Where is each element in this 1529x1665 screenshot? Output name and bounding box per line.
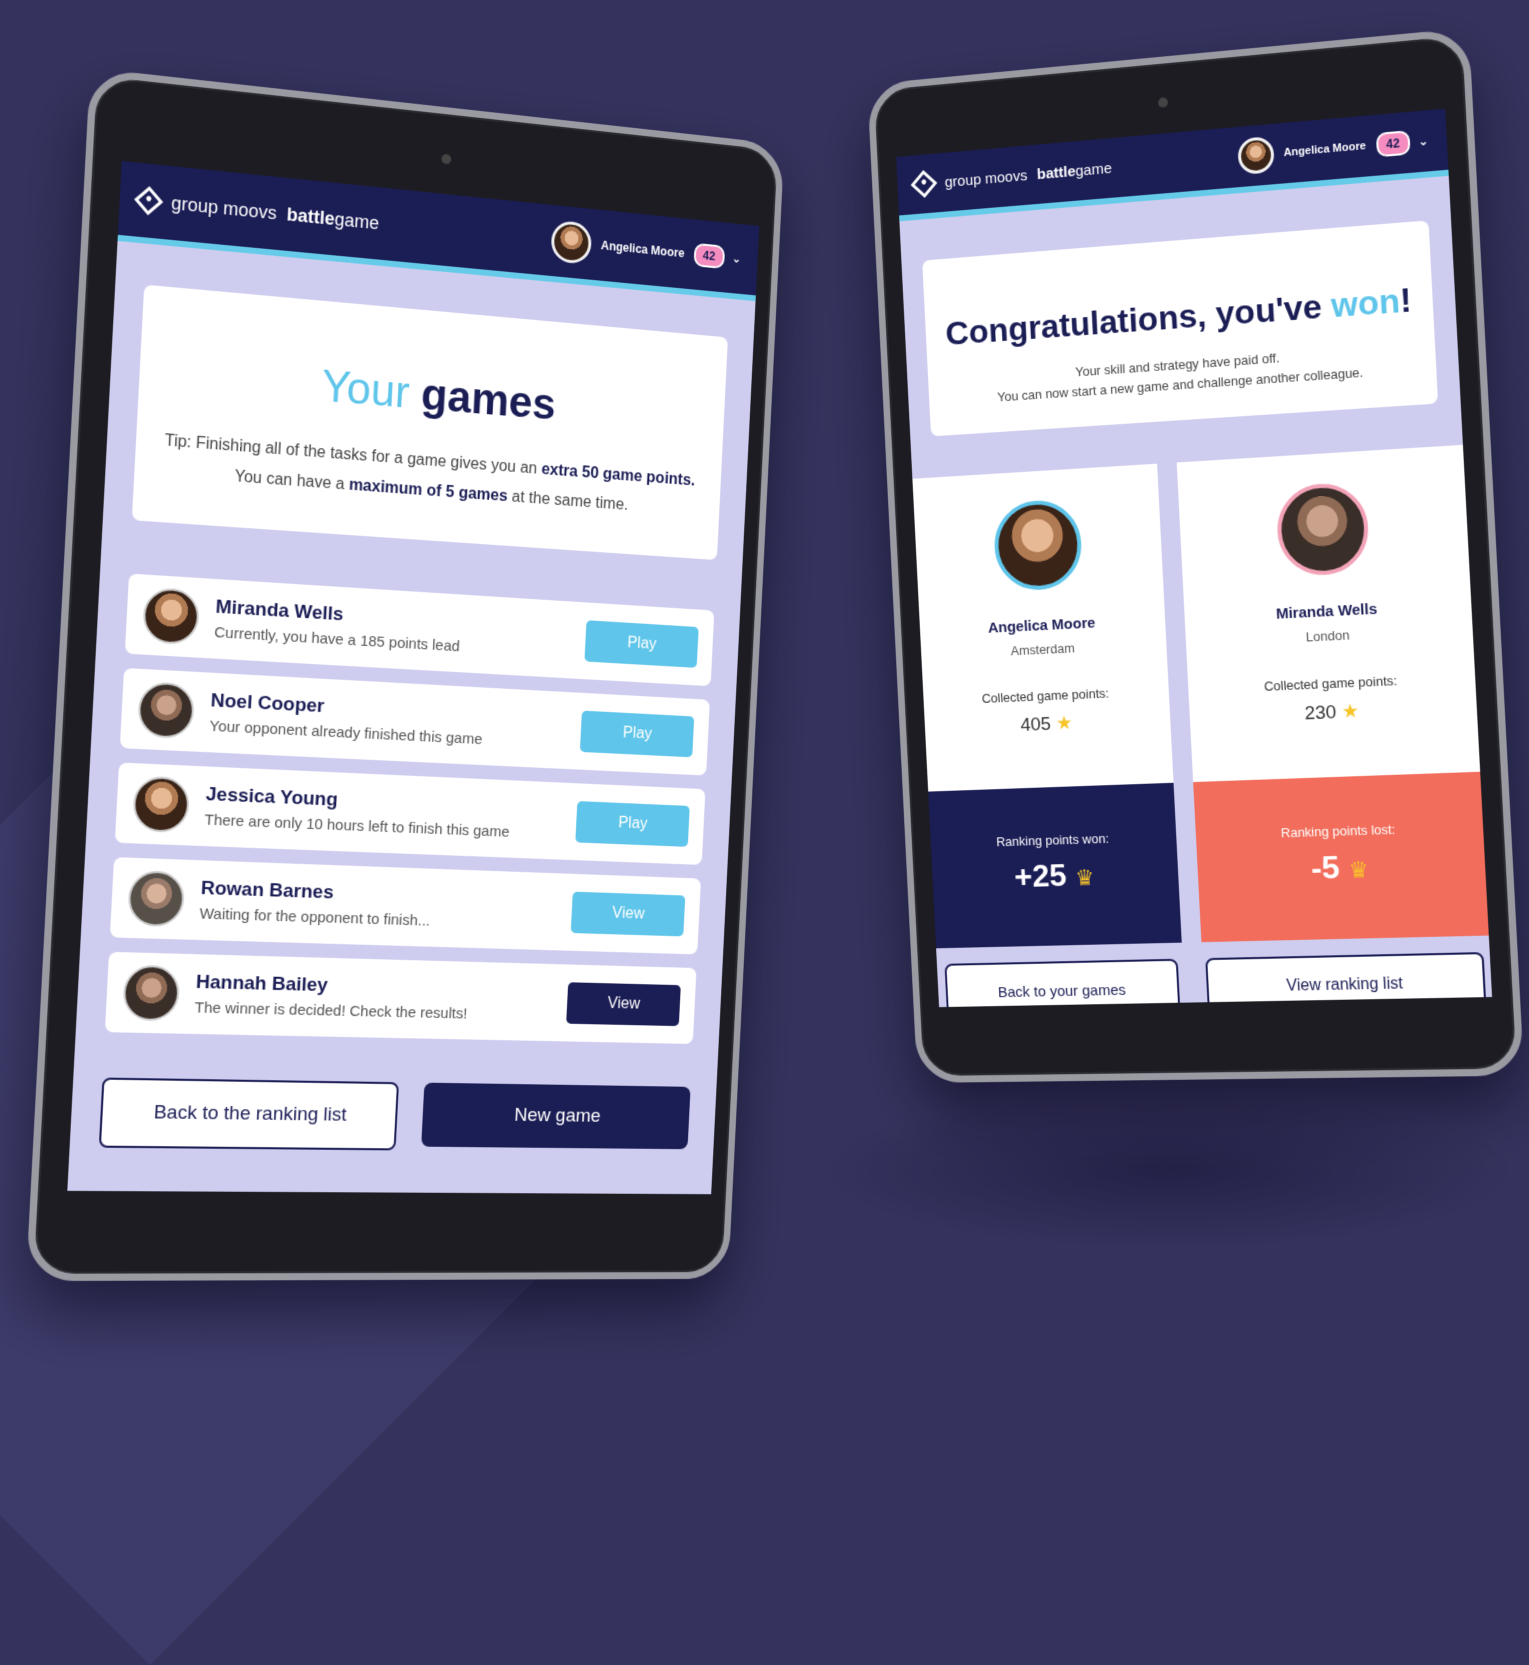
congrats-card: Congratulations, you've won! Your skill … — [922, 220, 1439, 437]
opponent-avatar — [132, 775, 191, 834]
play-button[interactable]: Play — [579, 710, 695, 758]
product-name: battlegame — [286, 203, 380, 233]
points-badge: 42 — [1375, 130, 1411, 158]
player-card-winner: Angelica Moore Amsterdam Collected game … — [912, 463, 1174, 792]
new-game-button[interactable]: New game — [421, 1082, 691, 1150]
camera — [441, 153, 452, 165]
crown-icon: ♛ — [1074, 865, 1095, 891]
camera — [1157, 97, 1169, 108]
tablet-shadow — [820, 1090, 1520, 1250]
back-to-games-button[interactable]: Back to your games — [944, 958, 1181, 1008]
app-header: group moovs battlegame Angelica Moore 42… — [117, 161, 760, 302]
left-tablet: group moovs battlegame Angelica Moore 42… — [25, 67, 785, 1282]
chevron-down-icon[interactable]: ⌄ — [1418, 134, 1429, 149]
game-row: Miranda Wells Currently, you have a 185 … — [124, 573, 715, 687]
crown-icon: ♛ — [1348, 857, 1370, 883]
back-to-ranking-button[interactable]: Back to the ranking list — [98, 1077, 399, 1151]
star-icon: ★ — [1341, 701, 1360, 723]
rank-value: -5 ♛ — [1310, 848, 1370, 887]
rank-value: +25 ♛ — [1013, 857, 1095, 895]
avatar — [1274, 481, 1370, 578]
user-menu[interactable]: Angelica Moore 42 ⌄ — [1236, 122, 1429, 176]
avatar — [991, 498, 1083, 592]
points-label: Collected game points: — [1263, 672, 1398, 694]
game-row: Jessica Young There are only 10 hours le… — [114, 762, 706, 865]
ranking-won-panel: Ranking points won: +25 ♛ — [928, 782, 1182, 949]
avatar — [550, 219, 593, 265]
opponent-avatar — [136, 681, 196, 740]
opponent-name: Hannah Bailey — [195, 971, 329, 997]
avatar — [1236, 135, 1275, 176]
star-icon: ★ — [1055, 713, 1073, 735]
game-row: Hannah Bailey The winner is decided! Che… — [104, 951, 697, 1044]
opponent-avatar — [141, 586, 201, 646]
rank-label: Ranking points lost: — [1280, 821, 1396, 841]
games-screen: group moovs battlegame Angelica Moore 42… — [67, 161, 760, 1195]
player-name: Miranda Wells — [1275, 600, 1378, 623]
user-name: Angelica Moore — [600, 238, 685, 261]
user-name: Angelica Moore — [1283, 140, 1367, 160]
view-button[interactable]: View — [570, 891, 686, 937]
app-header: group moovs battlegame Angelica Moore 42… — [896, 108, 1449, 222]
player-name: Angelica Moore — [987, 614, 1096, 637]
brand[interactable]: group moovs battlegame — [134, 186, 380, 234]
player-city: London — [1305, 627, 1350, 645]
diamond-logo-icon — [910, 170, 938, 198]
play-button[interactable]: Play — [575, 801, 690, 847]
rank-label: Ranking points won: — [995, 830, 1110, 850]
brand[interactable]: group moovs battlegame — [910, 158, 1113, 198]
result-screen: group moovs battlegame Angelica Moore 42… — [896, 108, 1493, 1008]
view-ranking-button[interactable]: View ranking list — [1205, 952, 1487, 1008]
player-card-loser: Miranda Wells London Collected game poin… — [1176, 444, 1481, 783]
product-name: battlegame — [1036, 159, 1113, 183]
points-value: 405 ★ — [1019, 713, 1073, 736]
opponent-avatar — [127, 870, 186, 928]
user-menu[interactable]: Angelica Moore 42 ⌄ — [550, 219, 743, 280]
play-button[interactable]: Play — [584, 620, 699, 668]
page-title: Your games — [320, 361, 557, 430]
games-title-card: Your games Tip: Finishing all of the tas… — [131, 284, 728, 561]
chevron-down-icon[interactable]: ⌄ — [732, 251, 742, 265]
game-row: Noel Cooper Your opponent already finish… — [119, 667, 710, 776]
ranking-lost-panel: Ranking points lost: -5 ♛ — [1193, 771, 1489, 943]
view-button[interactable]: View — [566, 982, 681, 1027]
right-tablet: group moovs battlegame Angelica Moore 42… — [867, 27, 1525, 1083]
game-row: Rowan Barnes Waiting for the opponent to… — [109, 857, 701, 955]
diamond-logo-icon — [134, 186, 164, 216]
opponent-avatar — [122, 964, 181, 1022]
game-status: The winner is decided! Check the results… — [194, 999, 468, 1023]
brand-name: group moovs — [170, 192, 278, 223]
player-city: Amsterdam — [1010, 640, 1075, 659]
tip-text: Tip: Finishing all of the tasks for a ga… — [164, 432, 696, 514]
brand-name: group moovs — [944, 166, 1028, 191]
points-badge: 42 — [693, 242, 726, 270]
points-label: Collected game points: — [981, 685, 1110, 706]
points-value: 230 ★ — [1304, 701, 1360, 725]
